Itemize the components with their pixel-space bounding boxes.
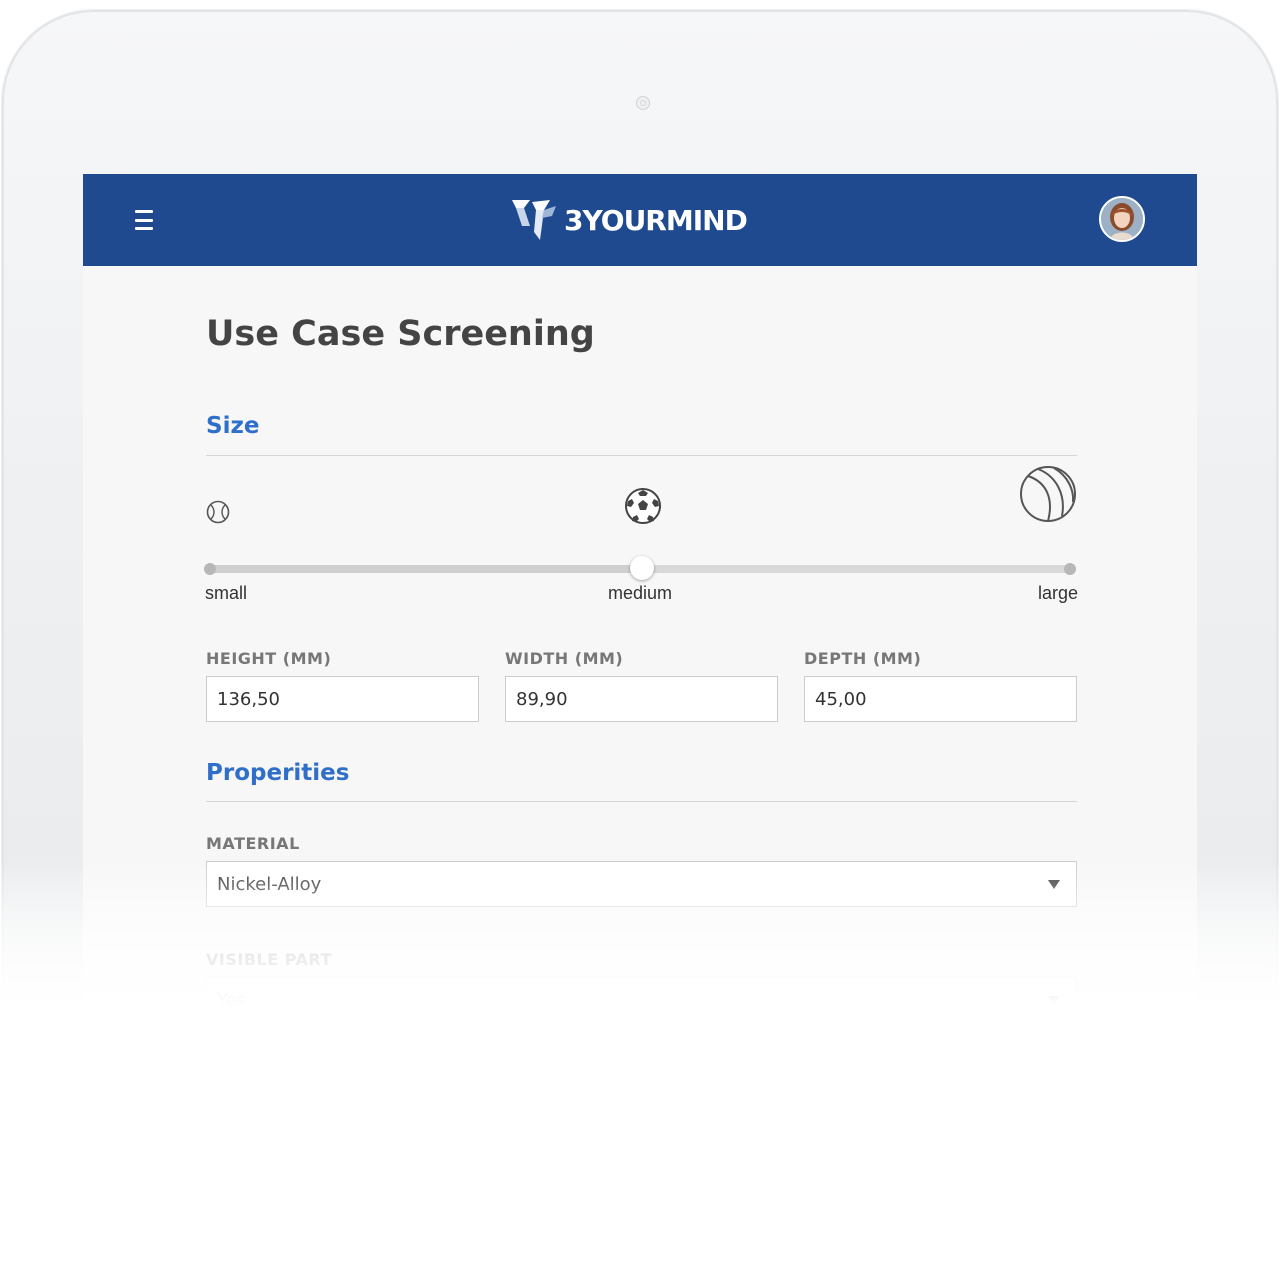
width-input[interactable]	[505, 676, 778, 722]
slider-stop-small[interactable]	[204, 563, 216, 575]
size-slider-thumb[interactable]	[630, 556, 654, 580]
page-title: Use Case Screening	[206, 314, 595, 354]
slider-label-small: small	[205, 583, 248, 603]
slider-label-large: large	[1037, 583, 1078, 603]
slider-stop-large[interactable]	[1064, 563, 1076, 575]
single-multicolor-label: SINGLE / MULTICOLOR	[206, 1146, 412, 1165]
depth-input[interactable]	[804, 676, 1077, 722]
properties-section-title: Properities	[206, 760, 350, 786]
properties-divider	[206, 801, 1077, 802]
size-divider	[206, 455, 1077, 456]
caret-down-icon	[1048, 995, 1060, 1005]
primary-color-label: PRIMARY COLOR	[653, 1146, 808, 1165]
width-label: WIDTH (MM)	[505, 649, 624, 668]
depth-label: DEPTH (MM)	[804, 649, 922, 668]
logo-mark-icon	[512, 200, 556, 240]
brand-name: 3YOURMIND	[564, 203, 748, 237]
visible-part-label: VISIBLE PART	[206, 950, 332, 969]
user-avatar[interactable]	[1099, 196, 1145, 242]
visible-part-value: Yes	[217, 989, 247, 1011]
baseball-icon	[206, 500, 230, 524]
size-slider-fill	[210, 565, 642, 573]
app-screen: 3YOURMIND Use Case Screening Size small …	[83, 174, 1197, 1271]
brand-logo[interactable]: 3YOURMIND	[510, 196, 748, 244]
soccer-ball-icon	[625, 488, 661, 524]
beach-ball-icon	[1020, 466, 1076, 522]
camera-icon	[636, 96, 650, 110]
avatar-photo	[1101, 198, 1143, 240]
size-section-title: Size	[206, 413, 260, 439]
height-label: HEIGHT (MM)	[206, 649, 332, 668]
caret-down-icon	[1048, 879, 1060, 889]
color-divider	[206, 1114, 1077, 1115]
visible-part-select[interactable]: Yes	[206, 977, 1077, 1023]
color-section-title: Color	[206, 1073, 274, 1099]
material-select[interactable]: Nickel-Alloy	[206, 861, 1077, 907]
material-value: Nickel-Alloy	[217, 873, 322, 895]
top-navigation-bar: 3YOURMIND	[83, 174, 1197, 266]
height-input[interactable]	[206, 676, 479, 722]
material-label: MATERIAL	[206, 834, 300, 853]
hamburger-icon[interactable]	[135, 210, 155, 230]
